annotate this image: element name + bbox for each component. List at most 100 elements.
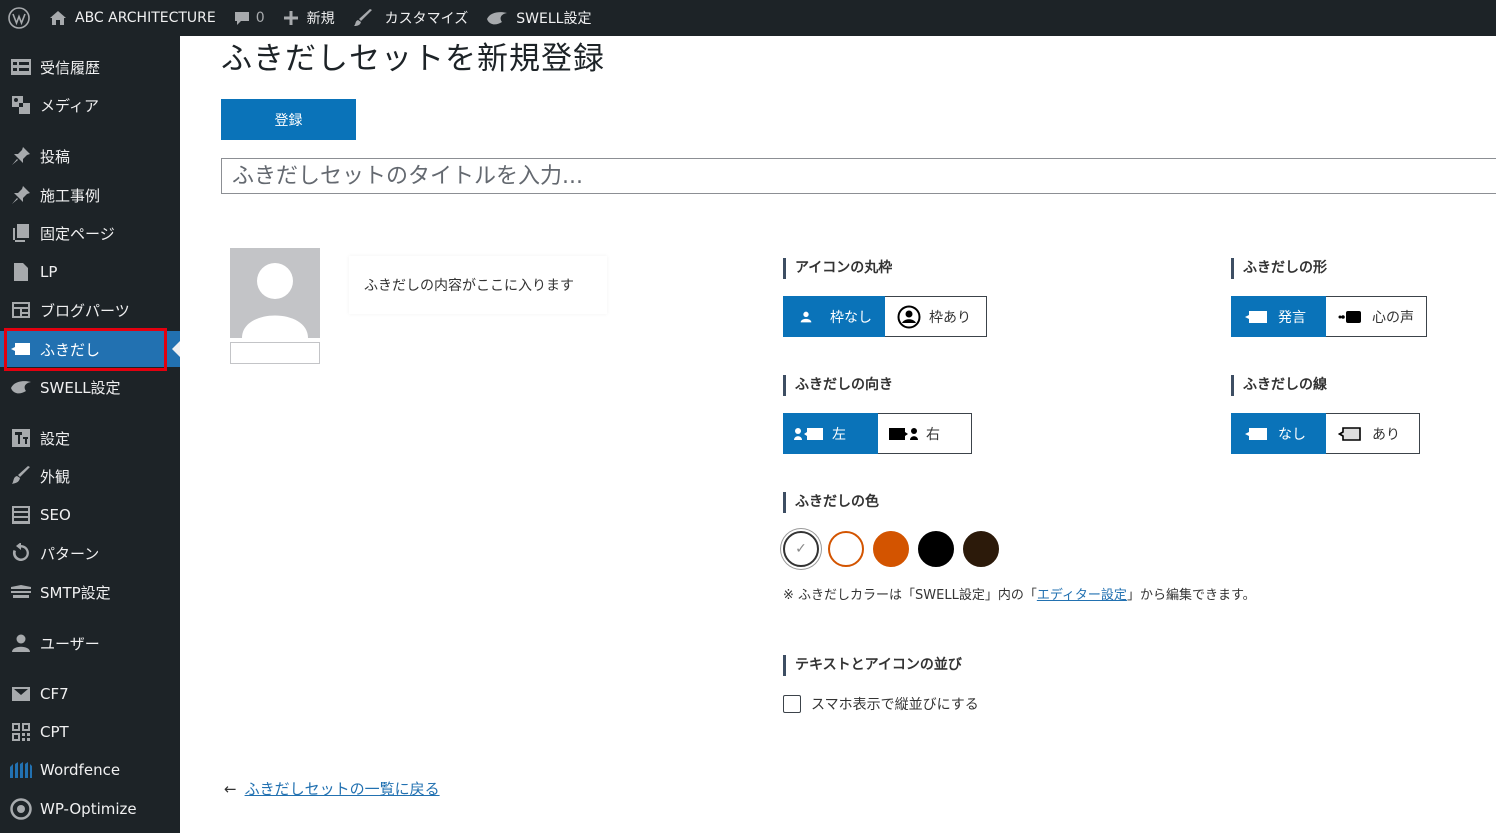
sidebar-item-label: CF7 <box>40 685 69 703</box>
customize-label: カスタマイズ <box>384 11 469 27</box>
user-icon <box>800 311 812 322</box>
sidebar-item-cpt[interactable]: CPT <box>0 714 180 750</box>
document-icon <box>9 261 33 283</box>
pin-icon <box>9 184 33 206</box>
sidebar-item-label: WP-Optimize <box>40 800 137 818</box>
site-name: ABC ARCHITECTURE <box>75 10 216 26</box>
sidebar-item-swell-settings[interactable]: SWELL設定 <box>0 369 180 405</box>
icon-border-label: アイコンの丸枠 <box>783 258 892 279</box>
sidebar-item-label: LP <box>40 263 58 281</box>
vertical-layout-row: スマホ表示で縦並びにする <box>783 694 979 714</box>
new-label: 新規 <box>306 11 335 27</box>
sidebar-item-label: 外観 <box>40 467 71 486</box>
settings-icon <box>9 427 33 449</box>
grid-icon <box>9 299 33 321</box>
sidebar-item-cf7[interactable]: CF7 <box>0 676 180 712</box>
admin-bar: ABC ARCHITECTURE 0 新規 カスタマイズ SWELL設定 <box>0 0 1496 36</box>
title-input[interactable] <box>221 158 1496 194</box>
list-icon <box>9 504 33 526</box>
sidebar-item-lp[interactable]: LP <box>0 254 180 290</box>
swell-label: SWELL設定 <box>516 11 592 27</box>
register-button[interactable]: 登録 <box>221 99 356 140</box>
brush-icon <box>353 9 372 26</box>
comments-count: 0 <box>255 10 265 26</box>
speech-shape-button[interactable]: 発言 <box>1231 296 1326 337</box>
vertical-layout-checkbox[interactable] <box>783 695 801 713</box>
new-content-link[interactable]: 新規 <box>274 0 344 36</box>
back-to-list-link[interactable]: ← ふきだしセットの一覧に戻る <box>224 778 440 799</box>
shape-group: 発言 心の声 <box>1231 296 1427 337</box>
checkbox-label[interactable]: スマホ表示で縦並びにする <box>811 694 979 714</box>
right-direction-button[interactable]: 右 <box>878 413 972 454</box>
sidebar-item-label: Wordfence <box>40 761 121 779</box>
optimize-icon <box>9 798 33 820</box>
bubble-text: ふきだしの内容がここに入ります <box>364 278 574 294</box>
left-speech-icon <box>794 427 823 440</box>
avatar[interactable] <box>230 248 320 338</box>
swell-settings-link[interactable]: SWELL設定 <box>477 0 600 36</box>
swell-icon <box>487 12 508 25</box>
highlight-box <box>4 328 167 371</box>
sidebar-item-pages[interactable]: 固定ページ <box>0 215 180 251</box>
layout-label: テキストとアイコンの並び <box>783 655 962 676</box>
pin-icon <box>9 145 33 167</box>
sidebar-item-users[interactable]: ユーザー <box>0 625 180 661</box>
customize-link[interactable]: カスタマイズ <box>344 0 478 36</box>
speech-bubble-preview: ふきだしの内容がここに入ります <box>349 256 607 314</box>
with-border-button[interactable]: 枠あり <box>885 296 987 337</box>
wordpress-logo-icon[interactable] <box>0 0 40 36</box>
sidebar-item-label: CPT <box>40 723 69 741</box>
comments-link[interactable]: 0 <box>225 0 274 36</box>
sidebar-item-patterns[interactable]: パターン <box>0 535 180 571</box>
sidebar-item-label: 固定ページ <box>40 224 115 243</box>
outlined-bubble-icon <box>1338 426 1361 441</box>
sidebar-item-label: 施工事例 <box>40 186 101 205</box>
list-icon <box>9 56 33 78</box>
left-direction-button[interactable]: 左 <box>783 413 878 454</box>
user-circle-icon <box>897 305 921 328</box>
plus-icon <box>283 11 298 25</box>
speech-bubble-icon <box>1245 427 1267 440</box>
brush-icon <box>9 465 33 487</box>
sidebar-item-label: 投稿 <box>40 147 71 166</box>
sidebar-item-works[interactable]: 施工事例 <box>0 177 180 213</box>
color-swatch[interactable] <box>873 531 909 567</box>
sidebar-item-seo[interactable]: SEO <box>0 497 180 533</box>
envelope-icon <box>9 683 33 705</box>
rotate-icon <box>9 542 33 564</box>
sidebar-item-wp-optimize[interactable]: WP-Optimize <box>0 791 180 827</box>
media-icon <box>9 94 33 116</box>
color-swatch[interactable] <box>828 531 864 567</box>
no-line-button[interactable]: なし <box>1231 413 1326 454</box>
swell-icon <box>9 376 33 398</box>
site-name-link[interactable]: ABC ARCHITECTURE <box>40 0 225 36</box>
editor-settings-link[interactable]: エディター設定 <box>1037 588 1127 603</box>
color-swatches: ✓ <box>783 531 1008 567</box>
home-icon <box>50 11 66 25</box>
sidebar-item-appearance[interactable]: 外観 <box>0 458 180 494</box>
sidebar-item-posts[interactable]: 投稿 <box>0 138 180 174</box>
sidebar-item-media[interactable]: メディア <box>0 87 180 123</box>
color-swatch[interactable] <box>963 531 999 567</box>
no-border-button[interactable]: 枠なし <box>783 296 885 337</box>
direction-label: ふきだしの向き <box>783 375 893 396</box>
sidebar-item-blog-parts[interactable]: ブログパーツ <box>0 292 180 328</box>
check-icon: ✓ <box>795 541 807 557</box>
sidebar-item-inbox[interactable]: 受信履歴 <box>0 49 180 85</box>
avatar-placeholder-icon <box>242 263 308 338</box>
color-swatch-selected[interactable]: ✓ <box>783 531 819 567</box>
sidebar-item-wordfence[interactable]: Wordfence <box>0 752 180 788</box>
thought-shape-button[interactable]: 心の声 <box>1326 296 1427 337</box>
user-icon <box>9 632 33 654</box>
qr-icon <box>9 721 33 743</box>
comment-icon <box>234 12 249 25</box>
sidebar-item-settings[interactable]: 設定 <box>0 420 180 456</box>
speech-bubble-icon <box>1245 310 1267 323</box>
with-line-button[interactable]: あり <box>1326 413 1420 454</box>
line-group: なし あり <box>1231 413 1420 454</box>
sidebar-item-smtp[interactable]: SMTP設定 <box>0 574 180 610</box>
avatar-name-input[interactable] <box>230 342 320 364</box>
shape-label: ふきだしの形 <box>1231 258 1327 279</box>
right-speech-icon <box>889 427 918 440</box>
color-swatch[interactable] <box>918 531 954 567</box>
